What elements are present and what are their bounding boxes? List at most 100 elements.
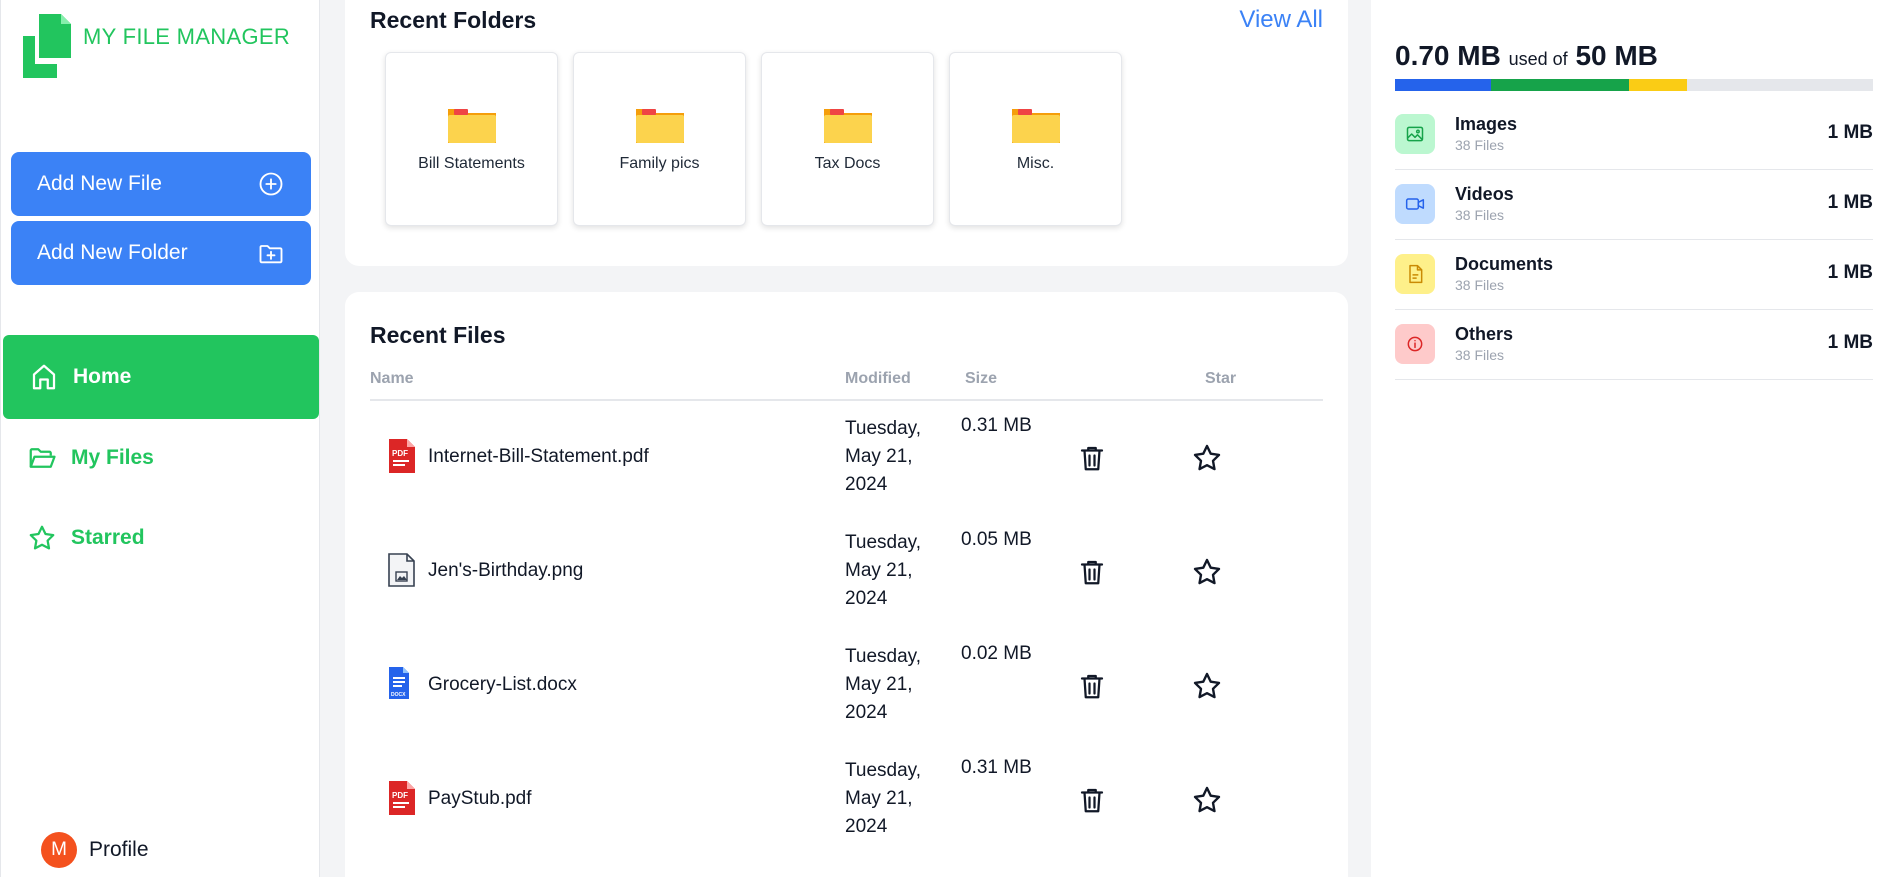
folder-plus-icon: [259, 245, 283, 264]
category-size: 1 MB: [1827, 122, 1873, 143]
nav-item-starred[interactable]: Starred: [1, 496, 321, 580]
recent-files-card: Recent Files Name Modified Size Star PDF…: [345, 292, 1348, 877]
folder-icon: [636, 109, 684, 143]
svg-text:DOCX: DOCX: [391, 692, 406, 698]
image-icon: [1395, 114, 1435, 154]
category-size: 1 MB: [1827, 192, 1873, 213]
folder-tile[interactable]: Tax Docs: [761, 52, 934, 226]
file-name[interactable]: Grocery-List.docx: [428, 674, 577, 696]
table-row[interactable]: DOCX Grocery-List.docx Tuesday, May 21, 20…: [345, 629, 1348, 743]
category-name: Images: [1455, 114, 1518, 134]
category-count: 38 Files: [1455, 207, 1505, 223]
storage-progress-bar: [1395, 79, 1873, 91]
nav-item-my-files[interactable]: My Files: [1, 416, 321, 500]
category-count: 38 Files: [1455, 347, 1505, 363]
folder-icon: [1012, 109, 1060, 143]
trash-icon[interactable]: [1077, 784, 1107, 816]
folder-tile[interactable]: Bill Statements: [385, 52, 558, 226]
table-row[interactable]: PDF PayStub.pdf Tuesday, May 21, 2024 0.31…: [345, 743, 1348, 857]
folder-label: Misc.: [1016, 155, 1055, 172]
storage-panel: 0.70 MB used of 50 MB Images 38 Files 1 …: [1371, 0, 1897, 877]
file-modified: Tuesday, May 21, 2024: [845, 646, 922, 723]
category-row-documents[interactable]: Documents 38 Files 1 MB: [1395, 240, 1873, 310]
recent-folders-card: Recent Folders View All Bill Statements …: [345, 0, 1348, 266]
plus-circle-icon: [259, 172, 283, 196]
category-count: 38 Files: [1455, 137, 1505, 153]
folder-label: Family pics: [619, 155, 700, 172]
file-modified: Tuesday, May 21, 2024: [845, 418, 922, 495]
category-name: Videos: [1455, 184, 1514, 204]
pdf-file-icon: PDF: [389, 781, 415, 815]
star-icon[interactable]: [1191, 784, 1223, 816]
folder-tile[interactable]: Misc.: [949, 52, 1122, 226]
file-name[interactable]: Jen's-Birthday.png: [428, 560, 583, 582]
trash-icon[interactable]: [1077, 556, 1107, 588]
file-size: 0.02 MB: [961, 643, 1032, 664]
storage-segment-blue: [1395, 79, 1491, 91]
star-icon[interactable]: [1191, 670, 1223, 702]
svg-text:PDF: PDF: [392, 791, 408, 800]
star-icon: [29, 525, 55, 550]
category-name: Others: [1455, 324, 1514, 344]
folder-label: Tax Docs: [814, 155, 881, 172]
category-row-images[interactable]: Images 38 Files 1 MB: [1395, 100, 1873, 170]
folder-icon: [824, 109, 872, 143]
file-size: 0.31 MB: [961, 757, 1032, 778]
star-icon[interactable]: [1191, 442, 1223, 474]
nav-item-starred-label: Starred: [71, 526, 145, 549]
video-icon: [1395, 184, 1435, 224]
storage-used: 0.70 MB: [1395, 40, 1501, 71]
app-title: MY FILE MANAGER: [83, 24, 291, 49]
nav-item-home[interactable]: Home: [3, 335, 319, 419]
file-size: 0.31 MB: [961, 415, 1032, 436]
column-header-modified[interactable]: Modified: [845, 370, 911, 388]
storage-total: 50 MB: [1575, 40, 1658, 71]
star-icon[interactable]: [1191, 556, 1223, 588]
storage-usage: 0.70 MB used of 50 MB: [1395, 40, 1658, 72]
add-new-folder-label: Add New Folder: [37, 241, 188, 264]
view-all-link[interactable]: View All: [1239, 6, 1323, 34]
folder-open-icon: [29, 448, 56, 468]
column-header-size[interactable]: Size: [965, 370, 997, 388]
category-count: 38 Files: [1455, 277, 1505, 293]
category-row-others[interactable]: Others 38 Files 1 MB: [1395, 310, 1873, 380]
nav-item-home-label: Home: [73, 365, 132, 388]
folder-label: Bill Statements: [418, 155, 525, 172]
trash-icon[interactable]: [1077, 670, 1107, 702]
recent-folders-title: Recent Folders: [370, 7, 537, 33]
info-icon: [1395, 324, 1435, 364]
pdf-file-icon: PDF: [389, 439, 415, 473]
profile-link[interactable]: M Profile: [41, 832, 149, 868]
storage-used-of: used of: [1508, 49, 1568, 69]
file-modified: Tuesday, May 21, 2024: [845, 532, 922, 609]
folder-tile[interactable]: Family pics: [573, 52, 746, 226]
file-name[interactable]: PayStub.pdf: [428, 788, 532, 810]
docx-file-icon: DOCX: [389, 667, 409, 699]
logo-icon: [23, 14, 71, 78]
trash-icon[interactable]: [1077, 442, 1107, 474]
document-icon: [1395, 254, 1435, 294]
table-row[interactable]: PDF Internet-Bill-Statement.pdf Tuesday,…: [345, 401, 1348, 515]
column-header-star[interactable]: Star: [1205, 370, 1236, 388]
file-size: 0.05 MB: [961, 529, 1032, 550]
add-new-folder-button[interactable]: Add New Folder: [11, 221, 311, 285]
column-header-name[interactable]: Name: [370, 370, 414, 388]
sidebar: MY FILE MANAGER Add New File Add New Fol…: [0, 0, 320, 877]
file-modified: Tuesday, May 21, 2024: [845, 760, 922, 837]
add-new-file-label: Add New File: [37, 172, 162, 195]
add-new-file-button[interactable]: Add New File: [11, 152, 311, 216]
table-row[interactable]: Jen's-Birthday.png Tuesday, May 21, 2024 0…: [345, 515, 1348, 629]
category-size: 1 MB: [1827, 262, 1873, 283]
folder-icon: [448, 109, 496, 143]
image-file-icon: [388, 553, 415, 587]
category-row-videos[interactable]: Videos 38 Files 1 MB: [1395, 170, 1873, 240]
storage-segment-green: [1490, 79, 1630, 91]
app-logo[interactable]: MY FILE MANAGER: [23, 14, 290, 80]
svg-text:PDF: PDF: [392, 449, 408, 458]
avatar: M: [41, 832, 77, 868]
profile-label: Profile: [89, 838, 149, 861]
file-name[interactable]: Internet-Bill-Statement.pdf: [428, 446, 649, 468]
storage-segment-yellow: [1629, 79, 1687, 91]
recent-files-title: Recent Files: [370, 322, 506, 348]
home-icon: [32, 364, 56, 390]
